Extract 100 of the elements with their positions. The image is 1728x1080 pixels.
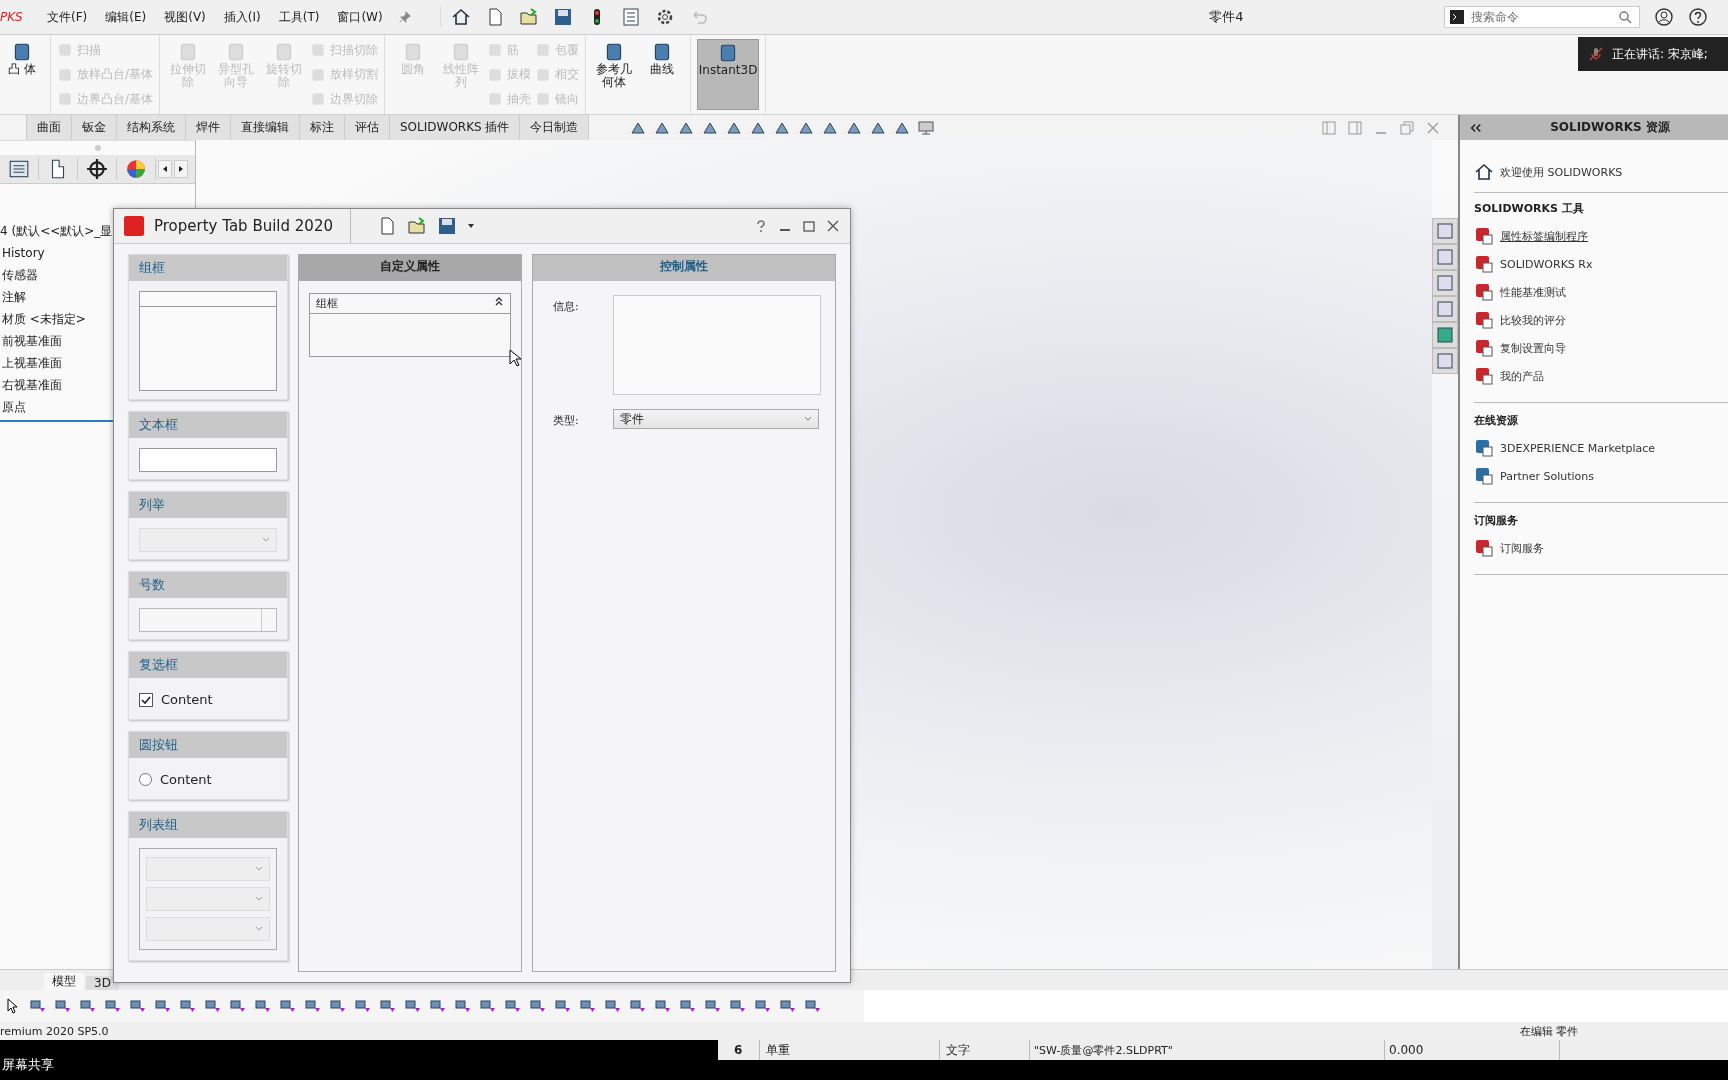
filter-icon[interactable] [379, 997, 397, 1015]
command-tab[interactable]: 标注 [300, 115, 345, 140]
filter-icon[interactable] [179, 997, 197, 1015]
filter-icon[interactable] [204, 997, 222, 1015]
command-tab[interactable]: SOLIDWORKS 插件 [390, 115, 521, 140]
control-card[interactable]: 复选框 Content [128, 651, 288, 720]
control-card[interactable]: 号数 [128, 571, 288, 640]
filter-icon[interactable] [654, 997, 672, 1015]
splitter-handle[interactable] [94, 145, 101, 151]
search-icon[interactable] [1618, 10, 1632, 24]
resource-link[interactable]: 比较我的评分 [1500, 312, 1566, 328]
filter-icon[interactable] [429, 997, 447, 1015]
command-tab[interactable]: 直接编辑 [231, 115, 300, 140]
task-pane-tab-icon[interactable] [1432, 322, 1458, 348]
save-icon[interactable] [437, 216, 457, 236]
search-field[interactable]: 搜索命令 [1444, 6, 1640, 28]
ribbon-button[interactable]: 曲线 [640, 39, 685, 78]
tool-icon[interactable] [1474, 254, 1494, 274]
filter-icon[interactable] [154, 997, 172, 1015]
command-tab[interactable]: 评估 [345, 115, 390, 140]
tool-icon[interactable] [1474, 466, 1494, 486]
menu-item[interactable]: 编辑(E) [98, 8, 154, 26]
control-card[interactable]: 列表组 [128, 811, 288, 961]
home-icon[interactable] [450, 7, 471, 27]
filter-icon[interactable] [804, 997, 822, 1015]
tool-icon[interactable] [1474, 338, 1494, 358]
filter-icon[interactable] [754, 997, 772, 1015]
filter-icon[interactable] [454, 997, 472, 1015]
filter-icon[interactable] [679, 997, 697, 1015]
resource-link[interactable]: SOLIDWORKS Rx [1500, 257, 1593, 271]
resource-link[interactable]: 我的产品 [1500, 368, 1544, 384]
tool-icon[interactable] [1474, 366, 1494, 386]
tool-icon[interactable] [1474, 226, 1494, 246]
filter-icon[interactable] [279, 997, 297, 1015]
ribbon-button[interactable]: Instant3D [697, 39, 760, 110]
filter-icon[interactable] [354, 997, 372, 1015]
close-icon[interactable] [826, 219, 840, 233]
menu-item[interactable]: 文件(F) [40, 8, 95, 26]
filter-icon[interactable] [329, 997, 347, 1015]
filter-icon[interactable] [79, 997, 97, 1015]
scroll-right-button[interactable] [174, 160, 188, 178]
resource-link[interactable]: 属性标签编制程序 [1500, 228, 1588, 244]
resource-link[interactable]: 订阅服务 [1500, 540, 1544, 556]
help-icon[interactable] [1688, 7, 1708, 27]
open-folder-icon[interactable] [518, 7, 539, 27]
filter-icon[interactable] [29, 997, 47, 1015]
group-box[interactable]: 组框 [309, 293, 511, 357]
monitor-icon[interactable] [917, 118, 936, 137]
filter-icon[interactable] [604, 997, 622, 1015]
filter-icon[interactable] [404, 997, 422, 1015]
filter-icon[interactable] [129, 997, 147, 1015]
ribbon-button[interactable]: 凸 体 [0, 39, 44, 78]
resource-link[interactable]: 3DEXPERIENCE Marketplace [1500, 441, 1656, 455]
collapse-icon[interactable] [1470, 122, 1482, 133]
maximize-icon[interactable] [802, 219, 816, 233]
type-dropdown[interactable]: 零件 [613, 409, 819, 429]
menu-item[interactable]: 视图(V) [157, 8, 213, 26]
control-card[interactable]: 文本框 [128, 411, 288, 480]
user-icon[interactable] [1654, 7, 1674, 27]
info-field[interactable] [613, 295, 821, 395]
pin-icon[interactable] [397, 10, 412, 24]
control-card[interactable]: 列举 [128, 491, 288, 560]
command-tab[interactable]: 结构系统 [117, 115, 186, 140]
menu-item[interactable]: 插入(I) [216, 8, 268, 26]
control-card[interactable]: 圆按钮 Content [128, 731, 288, 800]
menu-item[interactable]: 工具(T) [271, 8, 327, 26]
home-icon[interactable] [1474, 162, 1494, 182]
collapse-icon[interactable] [494, 296, 504, 306]
list-icon[interactable] [620, 7, 641, 27]
tool-icon[interactable] [1474, 438, 1494, 458]
model-tab[interactable]: 模型 [44, 973, 84, 990]
filter-icon[interactable] [629, 997, 647, 1015]
filter-icon[interactable] [104, 997, 122, 1015]
filter-icon[interactable] [779, 997, 797, 1015]
ribbon-button[interactable]: 参考几何体 [592, 39, 637, 91]
welcome-link[interactable]: 欢迎使用 SOLIDWORKS [1500, 164, 1623, 180]
command-tab[interactable]: 今日制造 [520, 115, 590, 140]
tool-icon[interactable] [1474, 538, 1494, 558]
filter-icon[interactable] [529, 997, 547, 1015]
resource-link[interactable]: 性能基准测试 [1500, 284, 1566, 300]
filter-icon[interactable] [479, 997, 497, 1015]
filter-icon[interactable] [54, 997, 72, 1015]
open-folder-icon[interactable] [407, 216, 427, 236]
caret-icon[interactable] [467, 222, 475, 230]
tool-icon[interactable] [1474, 310, 1494, 330]
save-icon[interactable] [552, 7, 573, 27]
filter-icon[interactable] [704, 997, 722, 1015]
command-tab[interactable]: 焊件 [186, 115, 231, 140]
filter-icon[interactable] [504, 997, 522, 1015]
tool-icon[interactable] [1474, 282, 1494, 302]
filter-icon[interactable] [729, 997, 747, 1015]
menu-item[interactable]: 窗口(W) [330, 8, 390, 26]
filter-icon[interactable] [229, 997, 247, 1015]
filter-icon[interactable] [254, 997, 272, 1015]
radio-button[interactable] [139, 773, 152, 786]
filter-icon[interactable] [579, 997, 597, 1015]
control-card[interactable]: 组框 [128, 254, 288, 400]
model-tab[interactable]: 3D [86, 976, 119, 990]
command-tab[interactable]: 曲面 [27, 115, 72, 140]
resource-link[interactable]: 复制设置向导 [1500, 340, 1566, 356]
